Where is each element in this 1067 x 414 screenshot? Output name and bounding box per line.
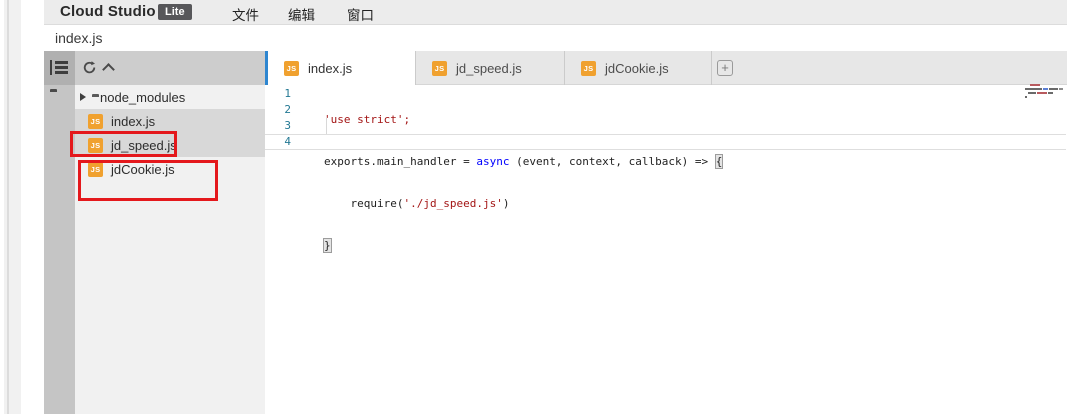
refresh-icon[interactable]: [82, 60, 97, 80]
app-window: Cloud Studio Lite 文件 编辑 窗口 index.js: [0, 0, 1067, 414]
tab-label: index.js: [308, 61, 352, 76]
minimap-line-segment: [1030, 84, 1040, 86]
matched-bracket: }: [324, 239, 331, 252]
js-file-icon: JS: [284, 61, 299, 76]
js-file-icon: JS: [581, 61, 596, 76]
code-token: (event, context, callback) =>: [509, 155, 714, 168]
minimap[interactable]: [1025, 84, 1067, 104]
code-token: ): [503, 197, 510, 210]
expand-icon[interactable]: [80, 93, 86, 101]
code-token: 'use strict';: [324, 113, 410, 126]
js-file-icon: JS: [88, 114, 103, 129]
minimap-line-segment: [1059, 88, 1063, 90]
line-number: 4: [265, 134, 291, 150]
title-bar: index.js: [44, 25, 1067, 51]
line-number-gutter: 1 2 3 4: [265, 86, 291, 150]
code-token: [324, 197, 351, 210]
annotation-rect-jd-speed: [70, 131, 177, 157]
page-title: index.js: [55, 30, 102, 46]
app-logo: Cloud Studio: [60, 3, 156, 20]
lite-badge: Lite: [158, 4, 192, 20]
code-line-1[interactable]: 'use strict';: [324, 112, 722, 128]
menu-bar: Cloud Studio Lite 文件 编辑 窗口: [44, 0, 1067, 25]
active-tab-accent: [265, 51, 268, 85]
tab-jdcookie-js[interactable]: JS jdCookie.js: [565, 51, 712, 85]
page-scrollbar[interactable]: [4, 0, 21, 414]
matched-bracket: {: [716, 155, 723, 168]
code-area[interactable]: 'use strict'; exports.main_handler = asy…: [324, 86, 722, 280]
minimap-line-segment: [1025, 96, 1027, 98]
menu-item-file[interactable]: 文件: [232, 4, 259, 24]
code-line-4[interactable]: }: [324, 238, 722, 254]
code-token: exports.main_handler =: [324, 155, 476, 168]
code-editor[interactable]: 1 2 3 4 'use strict'; exports.main_handl…: [265, 85, 1067, 414]
tab-jd-speed-js[interactable]: JS jd_speed.js: [416, 51, 564, 85]
annotation-rect-jdcookie: [78, 160, 218, 201]
activity-item-explorer[interactable]: [44, 51, 75, 85]
minimap-line-segment: [1049, 88, 1058, 90]
tree-view-icon: [50, 60, 69, 76]
code-token: './jd_speed.js': [403, 197, 502, 210]
menu-item-edit[interactable]: 编辑: [288, 4, 315, 24]
tree-item-label: node_modules: [100, 90, 185, 105]
code-line-2[interactable]: exports.main_handler = async (event, con…: [324, 154, 722, 170]
editor-tab-bar: JS index.js JS jd_speed.js JS jdCookie.j…: [265, 51, 1067, 85]
menu-item-window[interactable]: 窗口: [347, 4, 374, 24]
code-token: async: [476, 155, 509, 168]
tree-item-node-modules[interactable]: node_modules: [75, 85, 265, 109]
sidebar-toolbar: [75, 51, 265, 85]
tree-item-label: index.js: [111, 114, 155, 129]
line-number: 2: [265, 102, 291, 118]
tab-index-js[interactable]: JS index.js: [268, 51, 415, 86]
tree-item-index-js[interactable]: JS index.js: [75, 109, 265, 133]
tab-separator: [711, 51, 712, 85]
minimap-line-segment: [1043, 88, 1048, 90]
sidebar: node_modules JS index.js JS jd_speed.js …: [75, 51, 265, 414]
tab-label: jd_speed.js: [456, 61, 522, 76]
page-scrollbar-thumb[interactable]: [7, 0, 9, 414]
js-file-icon: JS: [432, 61, 447, 76]
minimap-line-segment: [1037, 92, 1047, 94]
line-number: 3: [265, 118, 291, 134]
line-number: 1: [265, 86, 291, 102]
minimap-line-segment: [1025, 88, 1042, 90]
code-token: require(: [351, 197, 404, 210]
new-tab-button[interactable]: +: [717, 60, 733, 76]
activity-bar: [44, 51, 75, 414]
code-line-3[interactable]: require('./jd_speed.js'): [324, 196, 722, 212]
collapse-all-icon[interactable]: [102, 63, 115, 76]
minimap-line-segment: [1048, 92, 1053, 94]
tab-label: jdCookie.js: [605, 61, 669, 76]
minimap-line-segment: [1028, 92, 1036, 94]
